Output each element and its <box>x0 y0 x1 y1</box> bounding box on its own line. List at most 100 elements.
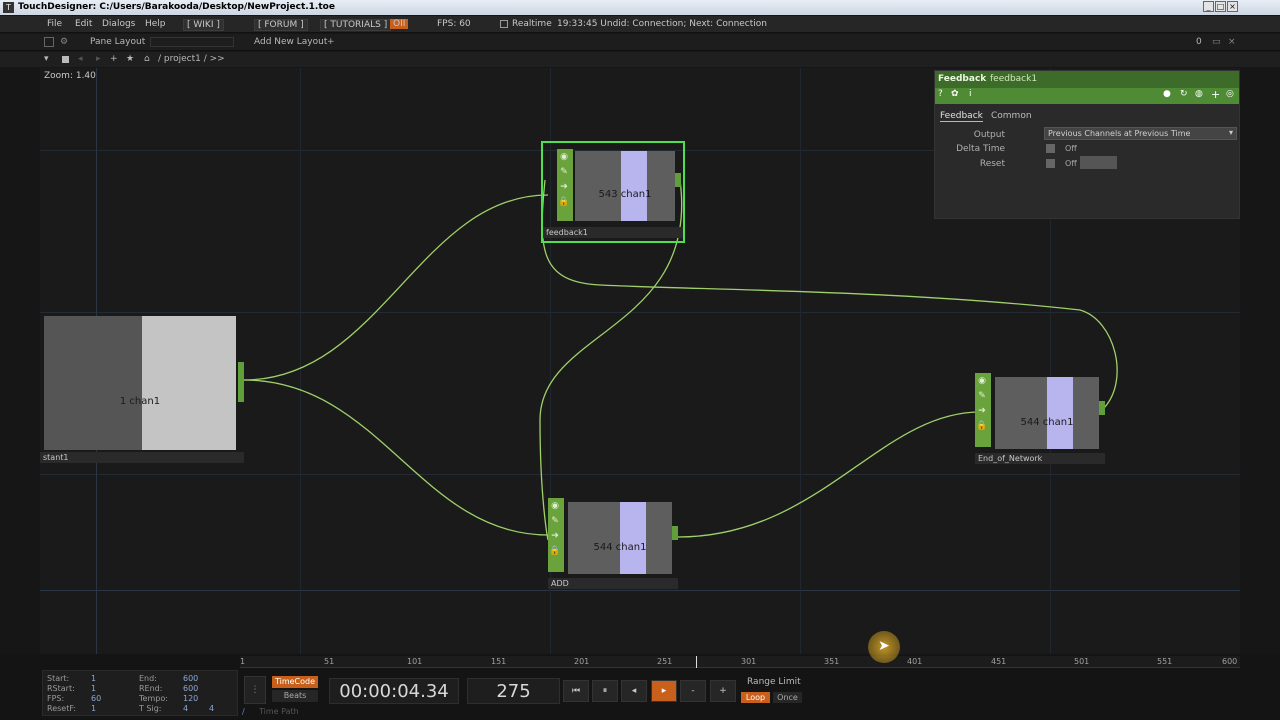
wire-constant-to-add <box>243 379 549 536</box>
python-icon[interactable]: ✿ <box>951 89 959 99</box>
tsig-label: T Sig: <box>139 704 162 713</box>
fps-label: FPS: <box>47 694 65 703</box>
timecode-toggle[interactable]: TimeCode <box>272 676 318 688</box>
node-name[interactable]: End_of_Network <box>975 453 1105 464</box>
ruler-tick: 451 <box>991 657 1007 666</box>
tab-feedback[interactable]: Feedback <box>940 111 983 122</box>
output-dropdown[interactable]: Previous Channels at Previous Time ▾ <box>1044 127 1237 140</box>
resetf-value[interactable]: 1 <box>91 704 96 713</box>
output-connector[interactable] <box>238 362 244 402</box>
node-name[interactable]: stant1 <box>40 452 244 463</box>
pause-button[interactable]: ⏸ <box>592 680 618 702</box>
output-connector[interactable] <box>1099 401 1105 415</box>
node-channel-text: 544 chan1 <box>593 542 647 553</box>
channel-bar <box>620 502 646 574</box>
tempo-label: Tempo: <box>139 694 168 703</box>
wire-add-to-end <box>677 411 981 538</box>
step-back-button[interactable]: ◂ <box>621 680 647 702</box>
rend-value[interactable]: 600 <box>183 684 198 693</box>
playhead[interactable] <box>696 656 697 668</box>
tsig-value-1[interactable]: 4 <box>183 704 188 713</box>
lock-icon[interactable]: 🔒 <box>975 419 989 433</box>
ruler-tick: 101 <box>407 657 423 666</box>
time-path-field[interactable]: Time Path <box>259 707 299 716</box>
end-label: End: <box>139 674 157 683</box>
output-connector[interactable] <box>672 526 678 540</box>
range-limit-label: Range Limit <box>747 677 801 687</box>
loop-toggle[interactable]: Loop <box>741 692 770 703</box>
beats-toggle[interactable]: Beats <box>272 690 318 702</box>
play-button[interactable]: ▸ <box>651 680 677 702</box>
once-toggle[interactable]: Once <box>773 692 802 703</box>
fps-value[interactable]: 60 <box>91 694 101 703</box>
wand-icon[interactable]: ✎ <box>557 165 571 179</box>
end-of-network-node[interactable]: ◉ ✎ ➔ 🔒 544 chan1 End_of_Network <box>975 373 1105 464</box>
end-value[interactable]: 600 <box>183 674 198 683</box>
start-value[interactable]: 1 <box>91 674 96 683</box>
add-icon[interactable]: + <box>1211 88 1220 101</box>
lock-icon[interactable]: 🔒 <box>548 544 562 558</box>
wand-icon[interactable]: ✎ <box>548 514 562 528</box>
op-name[interactable]: feedback1 <box>990 71 1037 88</box>
refresh-icon[interactable]: ↻ <box>1180 89 1188 99</box>
timeline-menu-icon[interactable]: ⋮ <box>244 676 266 704</box>
node-side-panel: ◉ ✎ ➔ 🔒 <box>557 149 573 221</box>
viewer-toggle-icon[interactable]: ◉ <box>548 499 562 513</box>
lock-icon[interactable]: 🔒 <box>557 195 571 209</box>
delta-time-toggle[interactable] <box>1046 144 1055 153</box>
param-toolbar: ? ✿ i ● ↻ ◍ + ◎ <box>935 88 1239 104</box>
rstart-label: RStart: <box>47 684 75 693</box>
chevron-down-icon: ▾ <box>1228 128 1233 137</box>
rewind-button[interactable]: ⏮ <box>563 680 589 702</box>
node-name[interactable]: feedback1 <box>543 227 683 238</box>
increment-button[interactable]: + <box>710 680 736 702</box>
wand-icon[interactable]: ✎ <box>975 389 989 403</box>
ruler-tick: 351 <box>824 657 840 666</box>
mouse-pointer-icon: ➤ <box>878 638 890 654</box>
time-path-icon: ∕ <box>242 707 245 716</box>
output-connector[interactable] <box>675 173 681 187</box>
node-channel-text: 543 chan1 <box>598 189 652 200</box>
reset-value: Off <box>1065 159 1077 168</box>
reset-pulse-button[interactable] <box>1080 156 1117 169</box>
rstart-value[interactable]: 1 <box>91 684 96 693</box>
param-header: Feedback feedback1 <box>935 71 1239 88</box>
arrow-icon[interactable]: ➔ <box>557 180 571 194</box>
add-node[interactable]: ◉ ✎ ➔ 🔒 544 chan1 ADD <box>548 498 678 590</box>
tab-common[interactable]: Common <box>991 111 1032 121</box>
help-icon[interactable]: ? <box>938 89 943 99</box>
arrow-icon[interactable]: ➔ <box>548 529 562 543</box>
delta-time-value: Off <box>1065 144 1077 153</box>
ruler-tick: 251 <box>657 657 673 666</box>
tsig-value-2[interactable]: 4 <box>209 704 214 713</box>
tempo-value[interactable]: 120 <box>183 694 198 703</box>
palette-icon[interactable]: ◍ <box>1195 89 1203 99</box>
op-type: Feedback <box>938 74 987 84</box>
frame-display[interactable]: 275 <box>467 678 560 704</box>
feedback1-node[interactable]: ◉ ✎ ➔ 🔒 543 chan1 feedback1 <box>541 141 685 243</box>
timeline-ruler[interactable]: 1 51 101 151 201 251 301 351 401 451 501… <box>240 656 1240 668</box>
timecode-display[interactable]: 00:00:04.34 <box>329 678 459 704</box>
node-viewer: 1 chan1 <box>44 316 236 450</box>
node-viewer: 544 chan1 <box>995 377 1099 449</box>
ruler-tick: 600 <box>1222 657 1238 666</box>
wire-constant-to-feedback <box>243 194 549 381</box>
ruler-tick: 201 <box>574 657 590 666</box>
reset-toggle[interactable] <box>1046 159 1055 168</box>
target-icon[interactable]: ◎ <box>1226 89 1234 99</box>
node-viewer: 543 chan1 <box>575 151 675 221</box>
ruler-tick: 301 <box>741 657 757 666</box>
output-label: Output <box>973 130 1005 140</box>
info-icon[interactable]: i <box>969 89 972 99</box>
constant1-node[interactable]: 1 chan1 stant1 <box>40 312 244 464</box>
arrow-icon[interactable]: ➔ <box>975 404 989 418</box>
channel-bar <box>1047 377 1073 449</box>
channel-bar <box>142 316 236 450</box>
node-viewer: 544 chan1 <box>568 502 672 574</box>
viewer-toggle-icon[interactable]: ◉ <box>557 150 571 164</box>
node-name[interactable]: ADD <box>548 578 678 589</box>
ruler-tick: 1 <box>240 657 246 666</box>
comment-icon[interactable]: ● <box>1163 89 1171 99</box>
decrement-button[interactable]: - <box>680 680 706 702</box>
viewer-toggle-icon[interactable]: ◉ <box>975 374 989 388</box>
